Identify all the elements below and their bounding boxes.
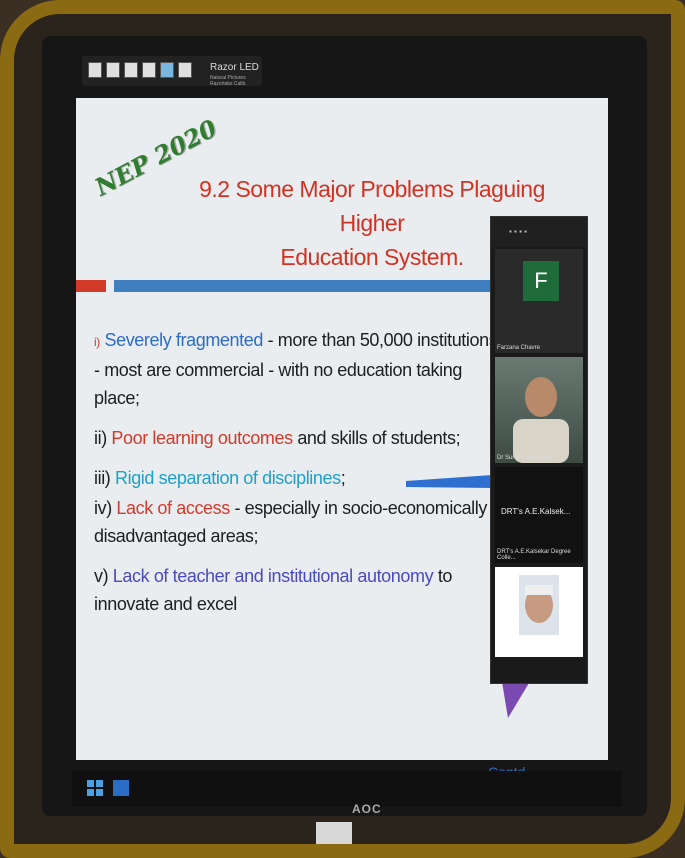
taskbar	[72, 771, 622, 807]
toolbar-sublabel: Natural Pictures Razorlabs Calib.	[210, 75, 247, 87]
toolbar-icon[interactable]	[178, 62, 192, 78]
highlight-text: Rigid separation of disciplines	[115, 468, 341, 488]
video-call-toolbar: ▪ ▪ ▪ ▪	[491, 217, 587, 247]
list-item: iv) Lack of access - especially in socio…	[94, 494, 504, 550]
highlight-text: Severely fragmented	[104, 330, 263, 350]
participant-title: DRT's A.E.Kalsek...	[501, 507, 571, 516]
windows-start-icon[interactable]	[86, 779, 104, 797]
participant-tile[interactable]: F Farzana Chavre	[495, 249, 583, 353]
list-item: i) Severely fragmented - more than 50,00…	[94, 326, 504, 412]
participant-name: Dr Suresh Srivastava	[497, 455, 554, 461]
toolbar-icon[interactable]	[106, 62, 120, 78]
participant-name: DRT's A.E.Kalsekar Degree Colle...	[497, 549, 571, 561]
display-toolbar: Razor LED Natural Pictures Razorlabs Cal…	[82, 56, 262, 87]
decorative-frame: Razor LED Natural Pictures Razorlabs Cal…	[0, 0, 685, 858]
video-call-panel[interactable]: ▪ ▪ ▪ ▪ F Farzana Chavre Dr Suresh Sriva…	[490, 216, 588, 684]
toolbar-icon[interactable]	[142, 62, 156, 78]
monitor: Razor LED Natural Pictures Razorlabs Cal…	[42, 36, 647, 816]
view-options-icon[interactable]: ▪ ▪ ▪ ▪	[509, 227, 527, 236]
toolbar-icon[interactable]	[88, 62, 102, 78]
title-divider	[76, 280, 516, 292]
avatar: F	[523, 261, 559, 301]
highlight-text: Lack of access	[116, 498, 230, 518]
toolbar-label: Razor LED	[210, 62, 259, 73]
highlight-text: Poor learning outcomes	[111, 428, 293, 448]
highlight-text: Lack of teacher and institutional autono…	[112, 566, 434, 586]
list-marker: iii)	[94, 468, 115, 488]
list-item: ii) Poor learning outcomes and skills of…	[94, 424, 504, 452]
participant-tile[interactable]: Dr Suresh Srivastava	[495, 357, 583, 463]
list-item: v) Lack of teacher and institutional aut…	[94, 562, 504, 618]
portrait-photo	[519, 575, 559, 635]
monitor-brand-logo: AOC	[352, 802, 382, 816]
list-marker: iv)	[94, 498, 117, 518]
participant-name: Farzana Chavre	[497, 345, 541, 351]
list-marker: v)	[94, 566, 113, 586]
app-icon[interactable]	[112, 779, 130, 797]
toolbar-icon[interactable]	[124, 62, 138, 78]
toolbar-icon[interactable]	[160, 62, 174, 78]
list-marker: i)	[94, 335, 100, 349]
participant-tile[interactable]: DRT's A.E.Kalsek... DRT's A.E.Kalsekar D…	[495, 467, 583, 563]
person-video	[513, 377, 569, 463]
list-text: ;	[340, 468, 346, 488]
participant-tile[interactable]	[495, 567, 583, 657]
list-marker: ii)	[94, 428, 112, 448]
list-text: and skills of students;	[292, 428, 461, 448]
monitor-stand	[316, 822, 352, 844]
